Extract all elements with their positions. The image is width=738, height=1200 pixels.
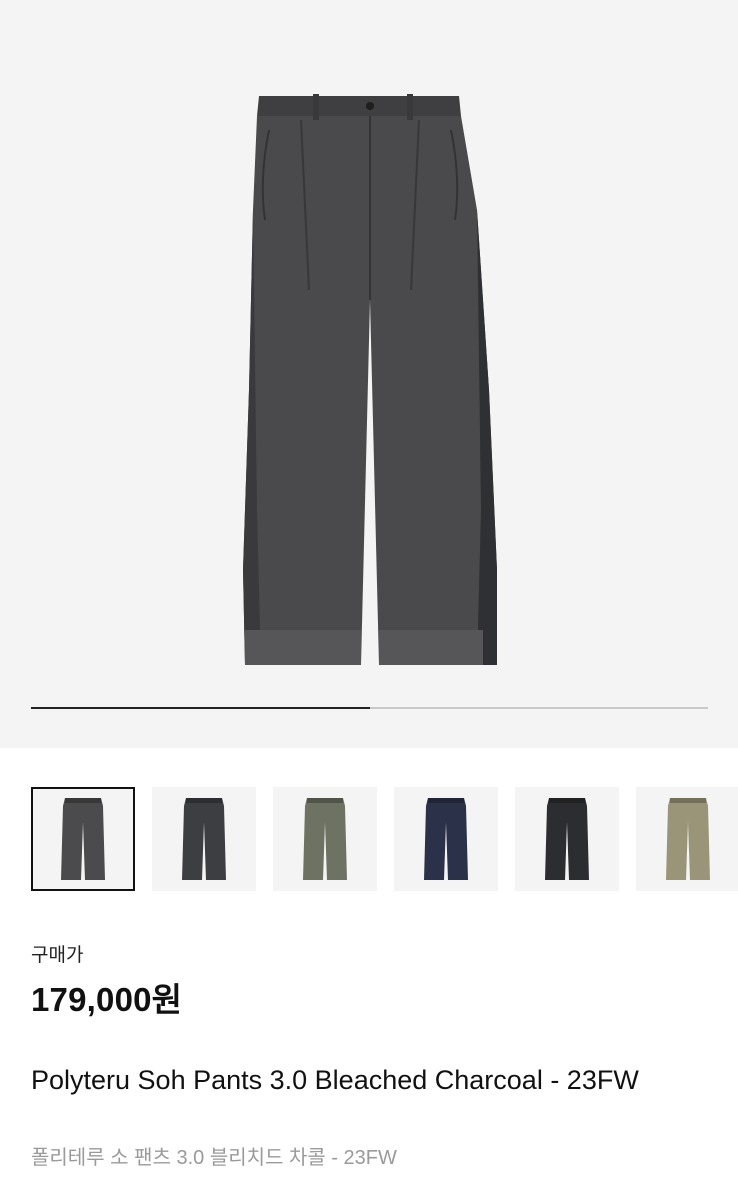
thumb-olive-belted[interactable]: [273, 787, 377, 891]
image-progress-fill: [31, 707, 370, 709]
thumb-charcoal-belted[interactable]: [152, 787, 256, 891]
pants-thumbnail-image: [61, 798, 105, 880]
thumb-khaki[interactable]: [636, 787, 738, 891]
product-subtitle: 폴리테루 소 팬츠 3.0 블리치드 차콜 - 23FW: [31, 1147, 397, 1169]
image-progress-bar: [31, 707, 708, 709]
thumb-navy[interactable]: [394, 787, 498, 891]
pants-bleached-charcoal-image: [243, 94, 497, 665]
product-image-gallery[interactable]: [0, 0, 738, 748]
color-thumbnails: [31, 787, 738, 892]
product-title: Polyteru Soh Pants 3.0 Bleached Charcoal…: [31, 1065, 639, 1095]
pants-thumbnail-image: [545, 798, 589, 880]
price: 179,000원: [31, 981, 183, 1018]
pants-thumbnail-image: [424, 798, 468, 880]
price-label: 구매가: [31, 945, 84, 966]
pants-thumbnail-image: [303, 798, 347, 880]
thumb-black[interactable]: [515, 787, 619, 891]
pants-thumbnail-image: [182, 798, 226, 880]
pants-thumbnail-image: [666, 798, 710, 880]
thumb-bleached-charcoal[interactable]: [31, 787, 135, 891]
